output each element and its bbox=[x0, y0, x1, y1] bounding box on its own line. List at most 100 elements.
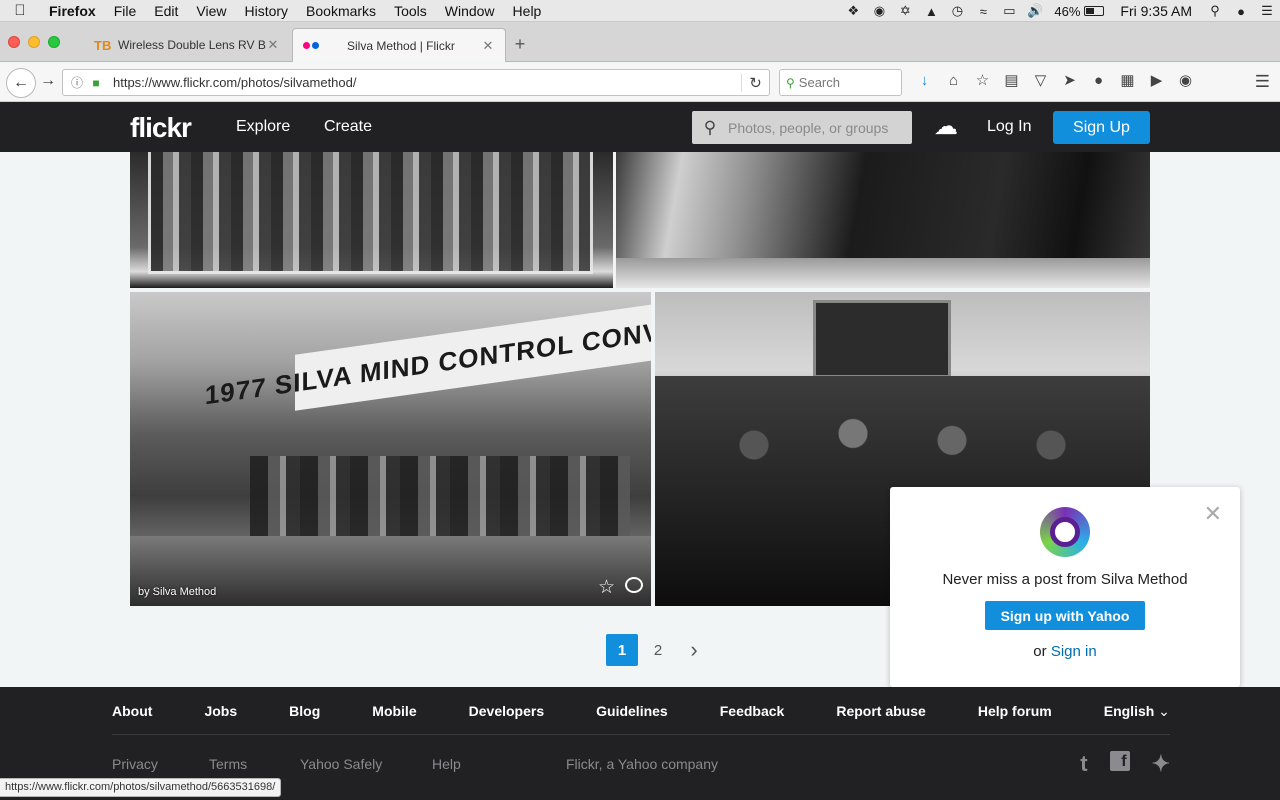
footer-guidelines[interactable]: Guidelines bbox=[596, 703, 668, 720]
comment-icon[interactable] bbox=[625, 577, 643, 593]
bookmark-star-icon[interactable]: ☆ bbox=[968, 71, 997, 89]
footer-privacy[interactable]: Privacy bbox=[112, 756, 209, 772]
menu-file[interactable]: File bbox=[105, 0, 146, 22]
new-tab-icon[interactable]: + bbox=[510, 34, 530, 55]
popup-message: Never miss a post from Silva Method bbox=[942, 571, 1188, 588]
flickr-favicon-icon bbox=[303, 42, 327, 49]
minimize-window-button[interactable] bbox=[28, 36, 40, 48]
footer-jobs[interactable]: Jobs bbox=[204, 703, 237, 720]
home-icon[interactable]: ⌂ bbox=[939, 72, 968, 89]
zoom-window-button[interactable] bbox=[48, 36, 60, 48]
close-popup-icon[interactable]: ✕ bbox=[1204, 501, 1222, 527]
menu-app-name[interactable]: Firefox bbox=[40, 0, 105, 22]
follow-prompt-popup: ✕ Never miss a post from Silva Method Si… bbox=[890, 487, 1240, 687]
send-icon[interactable]: ➤ bbox=[1055, 71, 1084, 89]
menu-bookmarks[interactable]: Bookmarks bbox=[297, 0, 385, 22]
youtube-icon[interactable]: ▶ bbox=[1142, 71, 1171, 89]
flickr-search-placeholder: Photos, people, or groups bbox=[728, 119, 889, 136]
window-controls bbox=[8, 36, 60, 48]
login-link[interactable]: Log In bbox=[987, 118, 1031, 136]
footer-about[interactable]: About bbox=[112, 703, 152, 720]
grammarly-icon[interactable]: ◉ bbox=[1171, 71, 1200, 89]
bookmarks-list-icon[interactable]: ▤ bbox=[997, 71, 1026, 89]
menu-edit[interactable]: Edit bbox=[145, 0, 187, 22]
photo-convention-stage[interactable]: 1977 SILVA MIND CONTROL CONVENTION bbox=[130, 292, 651, 606]
facebook-icon[interactable]: f bbox=[1109, 751, 1130, 771]
forward-button[interactable]: → bbox=[38, 72, 58, 90]
twitter-icon[interactable]: ✦ bbox=[1152, 751, 1170, 777]
battery-indicator[interactable]: 46% bbox=[1048, 4, 1110, 19]
url-bar[interactable]: ⓘ ■ https://www.flickr.com/photos/silvam… bbox=[62, 69, 770, 96]
menu-view[interactable]: View bbox=[187, 0, 235, 22]
silva-method-avatar bbox=[1040, 507, 1090, 557]
footer-terms[interactable]: Terms bbox=[209, 756, 300, 772]
nav-create[interactable]: Create bbox=[324, 118, 372, 136]
footer-report-abuse[interactable]: Report abuse bbox=[836, 703, 925, 720]
hamburger-menu-icon[interactable]: ☰ bbox=[1255, 72, 1270, 92]
time-machine-icon[interactable]: ◷ bbox=[944, 3, 970, 19]
eject-icon[interactable]: ▲ bbox=[918, 4, 944, 19]
tab-wireless-camera[interactable]: TB Wireless Double Lens RV B... ✕ bbox=[84, 28, 290, 62]
page-1-button[interactable]: 1 bbox=[606, 634, 638, 666]
language-selector[interactable]: English bbox=[1104, 703, 1170, 720]
next-page-chevron-icon[interactable]: › bbox=[678, 634, 710, 666]
close-tab-icon[interactable]: ✕ bbox=[481, 38, 495, 54]
flickr-search-input[interactable]: ⚲ Photos, people, or groups bbox=[692, 111, 912, 144]
footer-help-forum[interactable]: Help forum bbox=[978, 703, 1052, 720]
shazam-icon[interactable]: ◉ bbox=[866, 3, 892, 19]
footer-feedback[interactable]: Feedback bbox=[720, 703, 785, 720]
menubar-clock[interactable]: Fri 9:35 AM bbox=[1110, 3, 1202, 19]
clipboard-icon[interactable]: ▦ bbox=[1113, 71, 1142, 89]
popup-or-text: or bbox=[1033, 643, 1047, 660]
flickr-logo[interactable]: flickr bbox=[130, 112, 192, 144]
signup-yahoo-button[interactable]: Sign up with Yahoo bbox=[985, 601, 1145, 630]
wifi-icon[interactable]: ≈ bbox=[970, 4, 996, 19]
site-info-icon[interactable]: ⓘ bbox=[67, 74, 87, 91]
battery-icon bbox=[1084, 6, 1105, 16]
signup-button[interactable]: Sign Up bbox=[1053, 111, 1150, 144]
dropbox-icon[interactable]: ❖ bbox=[840, 3, 866, 19]
tumblr-icon[interactable]: t bbox=[1080, 751, 1087, 777]
apple-icon[interactable]:  bbox=[0, 2, 40, 19]
footer-blog[interactable]: Blog bbox=[289, 703, 320, 720]
favorite-star-icon[interactable]: ☆ bbox=[598, 576, 615, 599]
color-extension-icon[interactable]: ● bbox=[1084, 72, 1113, 89]
airplay-icon[interactable]: ▭ bbox=[996, 3, 1022, 19]
footer-yahoo-safely[interactable]: Yahoo Safely bbox=[300, 756, 432, 772]
reload-icon[interactable]: ↻ bbox=[741, 73, 769, 92]
menu-tools[interactable]: Tools bbox=[385, 0, 436, 22]
footer-mobile[interactable]: Mobile bbox=[372, 703, 416, 720]
tool-icon[interactable]: ✡ bbox=[892, 3, 918, 19]
page-2-button[interactable]: 2 bbox=[642, 634, 674, 666]
close-tab-icon[interactable]: ✕ bbox=[266, 37, 280, 53]
footer-help[interactable]: Help bbox=[432, 756, 566, 772]
browser-search-input[interactable]: ⚲ Search bbox=[779, 69, 902, 96]
popup-signin-row: or Sign in bbox=[890, 643, 1240, 660]
url-text[interactable]: https://www.flickr.com/photos/silvametho… bbox=[105, 75, 741, 90]
photo-group-portrait[interactable] bbox=[130, 152, 613, 288]
pocket-icon[interactable]: ▽ bbox=[1026, 71, 1055, 89]
tab-title: Wireless Double Lens RV B... bbox=[118, 38, 266, 52]
tab-title: Silva Method | Flickr bbox=[347, 38, 455, 53]
tab-silva-flickr[interactable]: Silva Method | Flickr ✕ bbox=[292, 28, 506, 62]
popup-signin-link[interactable]: Sign in bbox=[1051, 643, 1097, 660]
close-window-button[interactable] bbox=[8, 36, 20, 48]
battery-percent: 46% bbox=[1054, 3, 1081, 19]
upload-cloud-icon[interactable]: ☁ bbox=[934, 112, 958, 141]
photo-owner-caption[interactable]: by Silva Method bbox=[138, 586, 216, 598]
footer-developers[interactable]: Developers bbox=[469, 703, 544, 720]
siri-icon[interactable]: ● bbox=[1228, 4, 1254, 19]
menu-help[interactable]: Help bbox=[504, 0, 551, 22]
footer-secondary-links: Privacy Terms Yahoo Safely Help Flickr, … bbox=[112, 756, 718, 772]
menu-history[interactable]: History bbox=[235, 0, 297, 22]
photo-meeting-table[interactable] bbox=[616, 152, 1150, 288]
back-button[interactable]: ← bbox=[6, 68, 36, 98]
spotlight-icon[interactable]: ⚲ bbox=[1202, 3, 1228, 19]
pagination: 1 2 › bbox=[606, 634, 710, 666]
volume-icon[interactable]: 🔊 bbox=[1022, 3, 1048, 19]
lock-icon: ■ bbox=[92, 75, 100, 90]
nav-explore[interactable]: Explore bbox=[236, 118, 290, 136]
download-icon[interactable]: ↓ bbox=[910, 72, 939, 89]
notification-center-icon[interactable]: ☰ bbox=[1254, 3, 1280, 19]
menu-window[interactable]: Window bbox=[436, 0, 504, 22]
